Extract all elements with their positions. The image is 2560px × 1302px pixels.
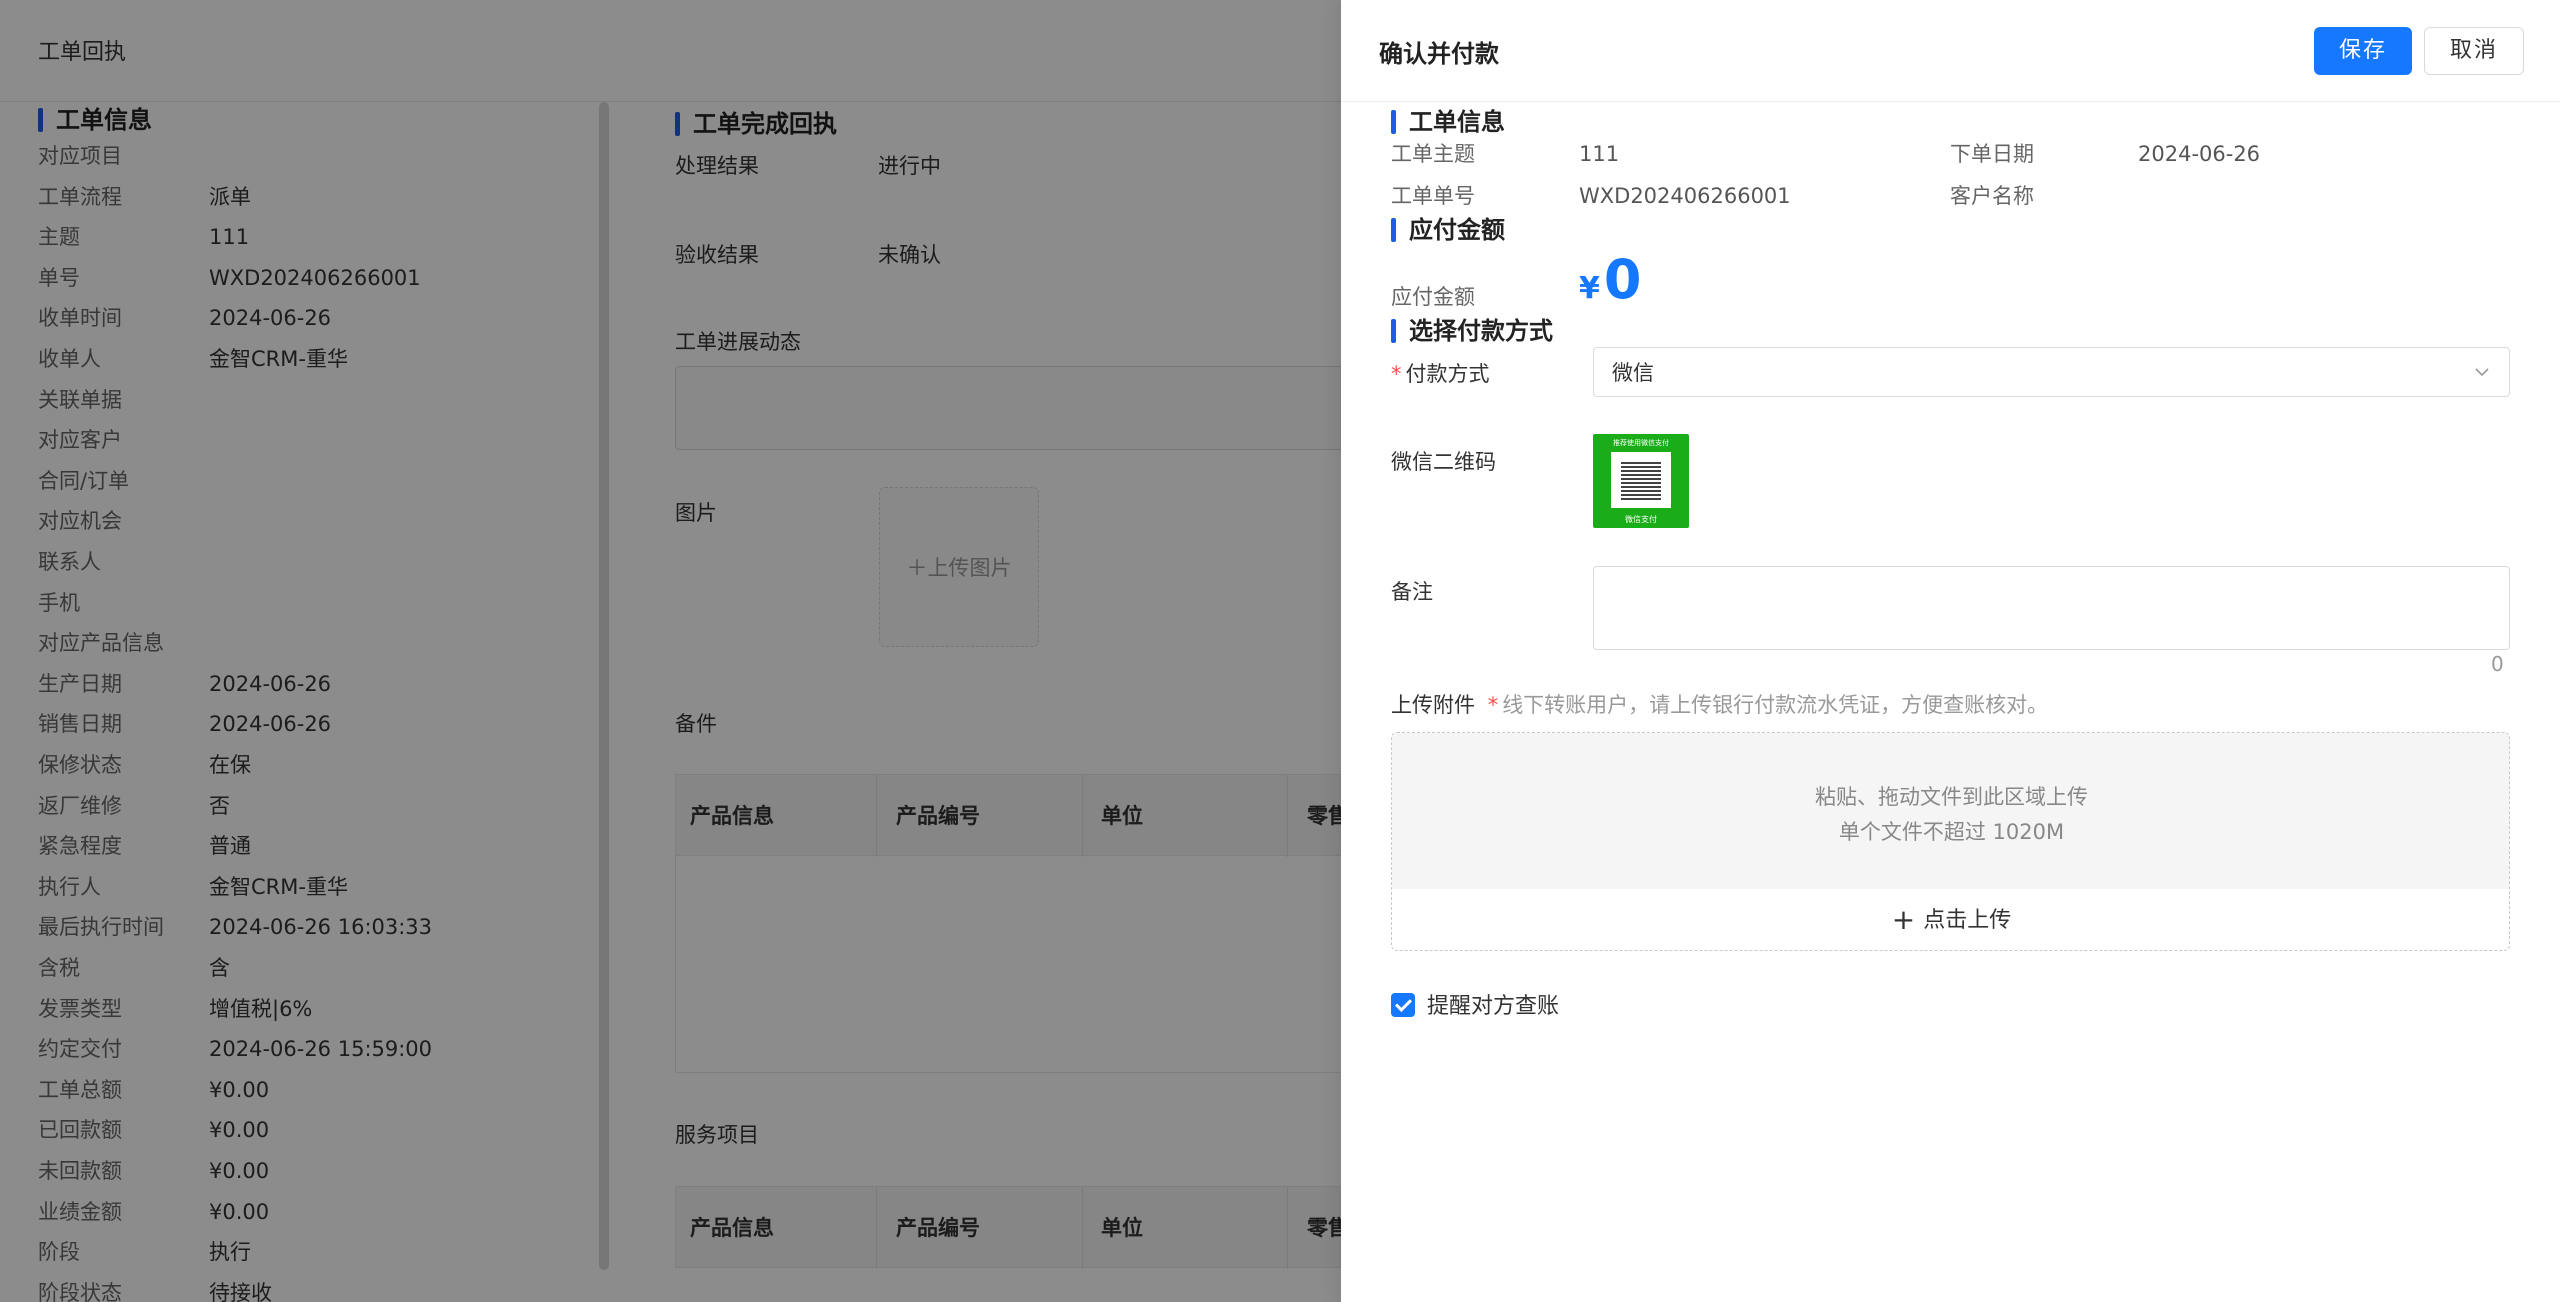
section-title-payment: 选择付款方式 (1391, 316, 1553, 346)
remark-char-counter: 0 (2491, 652, 2504, 676)
modal-overlay[interactable] (0, 0, 1341, 1302)
payment-method-text: 付款方式 (1405, 362, 1490, 386)
section-title-order: 工单信息 (1391, 107, 1505, 137)
required-marker: * (1487, 693, 1499, 717)
remark-textarea[interactable] (1593, 566, 2510, 650)
remind-checkbox[interactable] (1391, 993, 1415, 1017)
cancel-button[interactable]: 取消 (2424, 27, 2524, 75)
remark-label: 备注 (1391, 580, 1433, 604)
qr-label: 微信二维码 (1391, 450, 1496, 474)
click-upload-button[interactable]: + 点击上传 (1392, 889, 2509, 950)
save-button[interactable]: 保存 (2314, 27, 2412, 75)
subject-label: 工单主题 (1391, 142, 1475, 166)
file-dropzone[interactable]: 粘贴、拖动文件到此区域上传 单个文件不超过 1020M + 点击上传 (1391, 732, 2510, 951)
subject-value: 111 (1579, 142, 1620, 166)
remind-label: 提醒对方查账 (1427, 994, 1560, 1019)
payment-method-select[interactable]: 微信 (1593, 347, 2510, 397)
dropzone-area[interactable]: 粘贴、拖动文件到此区域上传 单个文件不超过 1020M (1392, 733, 2509, 889)
drawer-title: 确认并付款 (1379, 40, 1499, 68)
payment-method-label: * 付款方式 (1391, 359, 1490, 389)
order-date-label: 下单日期 (1950, 142, 2034, 166)
amount-label: 应付金额 (1391, 285, 1475, 309)
required-marker: * (1391, 362, 1402, 386)
chevron-down-icon (2475, 368, 2489, 377)
qr-caption-top: 推荐使用微信支付 (1613, 439, 1669, 447)
qr-code-frame (1611, 452, 1671, 508)
section-title-amount: 应付金额 (1391, 215, 1505, 245)
click-upload-label: 点击上传 (1923, 908, 2012, 933)
plus-icon: + (1891, 903, 1916, 936)
order-date-value: 2024-06-26 (2138, 142, 2261, 166)
amount-value: 0 (1603, 248, 1642, 311)
attachment-row: 上传附件 * 线下转账用户，请上传银行付款流水凭证，方便查账核对。 (1391, 690, 2048, 720)
payment-drawer: 确认并付款 保存 取消 工单信息 工单主题 111 下单日期 2024-06-2… (1341, 0, 2560, 1302)
order-no-value: WXD202406266001 (1579, 184, 1791, 208)
amount-display: ¥0 (1579, 248, 1641, 311)
drawer-header: 确认并付款 保存 取消 (1341, 0, 2560, 102)
customer-label: 客户名称 (1950, 184, 2034, 208)
currency-symbol: ¥ (1579, 271, 1600, 306)
dropzone-size-limit: 单个文件不超过 1020M (1838, 820, 2065, 844)
dropzone-instruction: 粘贴、拖动文件到此区域上传 (1815, 785, 2088, 809)
payment-method-value: 微信 (1612, 361, 1654, 385)
attachment-label: 上传附件 (1391, 693, 1475, 717)
wechat-qr-image[interactable]: 推荐使用微信支付 微信支付 (1593, 434, 1689, 528)
qr-code-icon (1621, 460, 1661, 500)
order-no-label: 工单单号 (1391, 184, 1475, 208)
attachment-hint: 线下转账用户，请上传银行付款流水凭证，方便查账核对。 (1502, 693, 2049, 717)
remind-checkbox-row[interactable]: 提醒对方查账 (1391, 992, 1559, 1022)
qr-caption-bottom: 微信支付 (1625, 515, 1657, 524)
